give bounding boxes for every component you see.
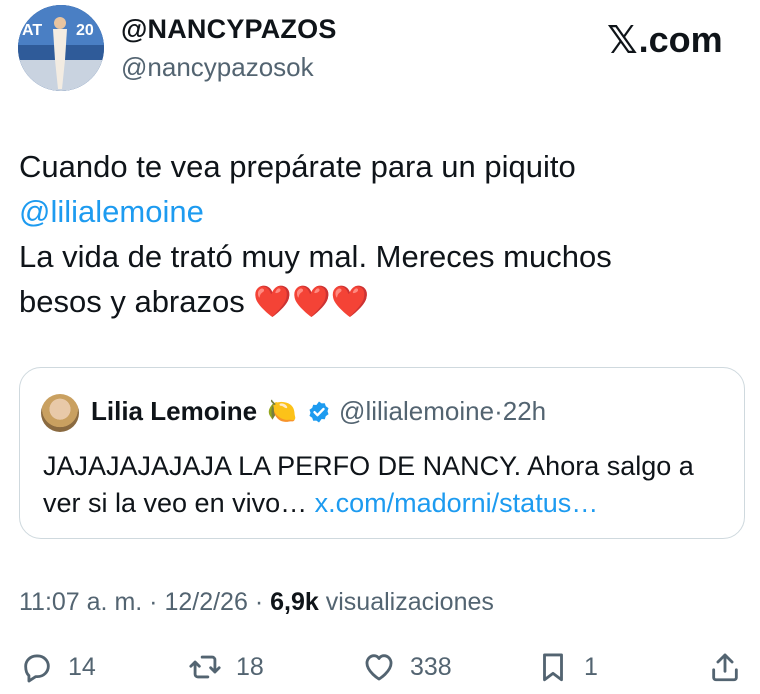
tweet-line-4-text: besos y abrazos [19,284,245,319]
reply-button[interactable]: 14 [20,650,96,684]
heart-icon [365,654,393,681]
author-handle[interactable]: @nancypazosok [121,52,314,83]
bookmark-icon [543,653,563,682]
tweet-body: Cuando te vea prepárate para un piquito … [19,144,739,324]
quoted-status-link[interactable]: x.com/madorni/status… [315,488,599,518]
quoted-separator: · [494,396,503,426]
quoted-author-name[interactable]: Lilia Lemoine [91,396,257,427]
quoted-tweet-card[interactable]: Lilia Lemoine 🍋 @lilialemoine · 22h JAJA… [19,367,745,539]
repost-icon [189,655,221,679]
tweet-time[interactable]: 11:07 a. m. [19,588,142,616]
tweet-date[interactable]: 12/2/26 [164,588,247,616]
lemon-emoji: 🍋 [267,398,298,425]
share-button[interactable] [708,650,742,684]
verified-badge-icon [309,401,329,422]
reply-count: 14 [68,652,96,681]
quoted-time[interactable]: 22h [503,396,546,427]
action-bar: 14 18 338 1 [0,650,760,690]
quoted-line-1: JAJAJAJAJAJA LA PERFO DE NANCY. Ahora sa… [43,451,694,481]
author-display-name[interactable]: @NANCYPAZOS [121,14,337,45]
meta-separator-1: · [149,588,158,616]
tweet-mention-link[interactable]: @lilialemoine [19,189,739,234]
bookmark-button[interactable]: 1 [536,650,598,684]
quoted-line-2-text: ver si la veo en vivo… [43,488,308,518]
hearts-emoji: ❤️❤️❤️ [253,284,370,319]
quoted-author-handle[interactable]: @lilialemoine [339,396,494,427]
share-icon [712,653,738,682]
x-logo-icon: 𝕏 [607,18,638,62]
x-logo: 𝕏 .com [607,18,723,62]
profile-photo: AT 20 [18,5,104,91]
tweet-line-1: Cuando te vea prepárate para un piquito [19,149,576,184]
like-count: 338 [410,652,452,681]
author-avatar[interactable]: AT 20 [18,5,104,91]
quoted-author-avatar[interactable] [41,394,79,432]
repost-button[interactable]: 18 [188,650,264,684]
x-logo-suffix: .com [638,19,723,60]
views-label: visualizaciones [325,588,494,616]
repost-count: 18 [236,652,264,681]
tweet-meta: 11:07 a. m. · 12/2/26 · 6,9k visualizaci… [19,588,494,617]
quoted-tweet-body: JAJAJAJAJAJA LA PERFO DE NANCY. Ahora sa… [43,448,733,522]
views-count: 6,9k [270,588,319,616]
reply-icon [24,654,50,683]
quoted-tweet-header: Lilia Lemoine 🍋 @lilialemoine · 22h [91,396,546,427]
svg-text:AT: AT [22,22,42,39]
meta-separator-2: · [254,588,264,616]
tweet-line-4: besos y abrazos ❤️❤️❤️ [19,279,739,324]
tweet-line-3: La vida de trató muy mal. Mereces muchos [19,239,612,274]
like-button[interactable]: 338 [362,650,452,684]
quoted-line-2: ver si la veo en vivo… x.com/madorni/sta… [43,485,733,522]
bookmark-count: 1 [584,652,598,681]
svg-text:20: 20 [76,22,94,39]
